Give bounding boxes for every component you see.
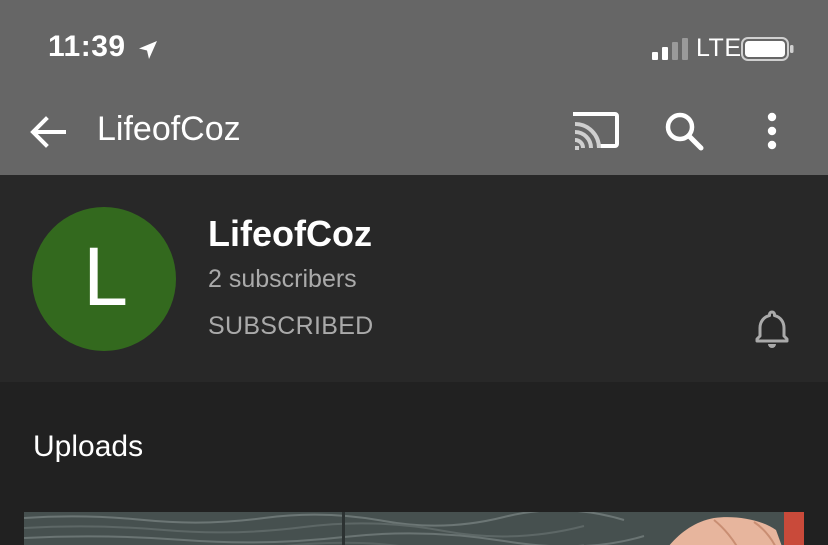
battery-icon <box>741 37 794 61</box>
video-thumbnail[interactable] <box>24 512 804 545</box>
search-icon[interactable] <box>663 110 705 152</box>
screen: 11:39 LTE LifeofCoz L LifeofCoz 2 subscr… <box>0 0 828 545</box>
subscriber-count: 2 subscribers <box>208 265 357 293</box>
status-bar: 11:39 LTE <box>0 0 828 96</box>
avatar-letter: L <box>82 234 126 324</box>
status-time: 11:39 <box>48 30 126 63</box>
channel-name: LifeofCoz <box>208 213 372 254</box>
channel-header: L LifeofCoz 2 subscribers SUBSCRIBED <box>0 175 828 382</box>
channel-avatar[interactable]: L <box>32 207 176 351</box>
cast-icon[interactable] <box>572 110 620 152</box>
uploads-section-title: Uploads <box>33 430 144 463</box>
location-arrow-icon <box>139 41 157 59</box>
notification-bell-icon[interactable] <box>752 308 792 348</box>
thumbnail-image <box>24 512 804 545</box>
uploads-section: Uploads <box>0 382 828 545</box>
network-type-label: LTE <box>696 34 742 62</box>
more-vert-icon[interactable] <box>756 110 788 152</box>
subscribe-button[interactable]: SUBSCRIBED <box>208 312 374 341</box>
signal-bars-icon <box>652 38 688 60</box>
toolbar-title: LifeofCoz <box>97 110 241 148</box>
back-arrow-icon[interactable] <box>28 112 68 152</box>
toolbar: LifeofCoz <box>0 96 828 175</box>
app-bar: 11:39 LTE LifeofCoz <box>0 0 828 175</box>
